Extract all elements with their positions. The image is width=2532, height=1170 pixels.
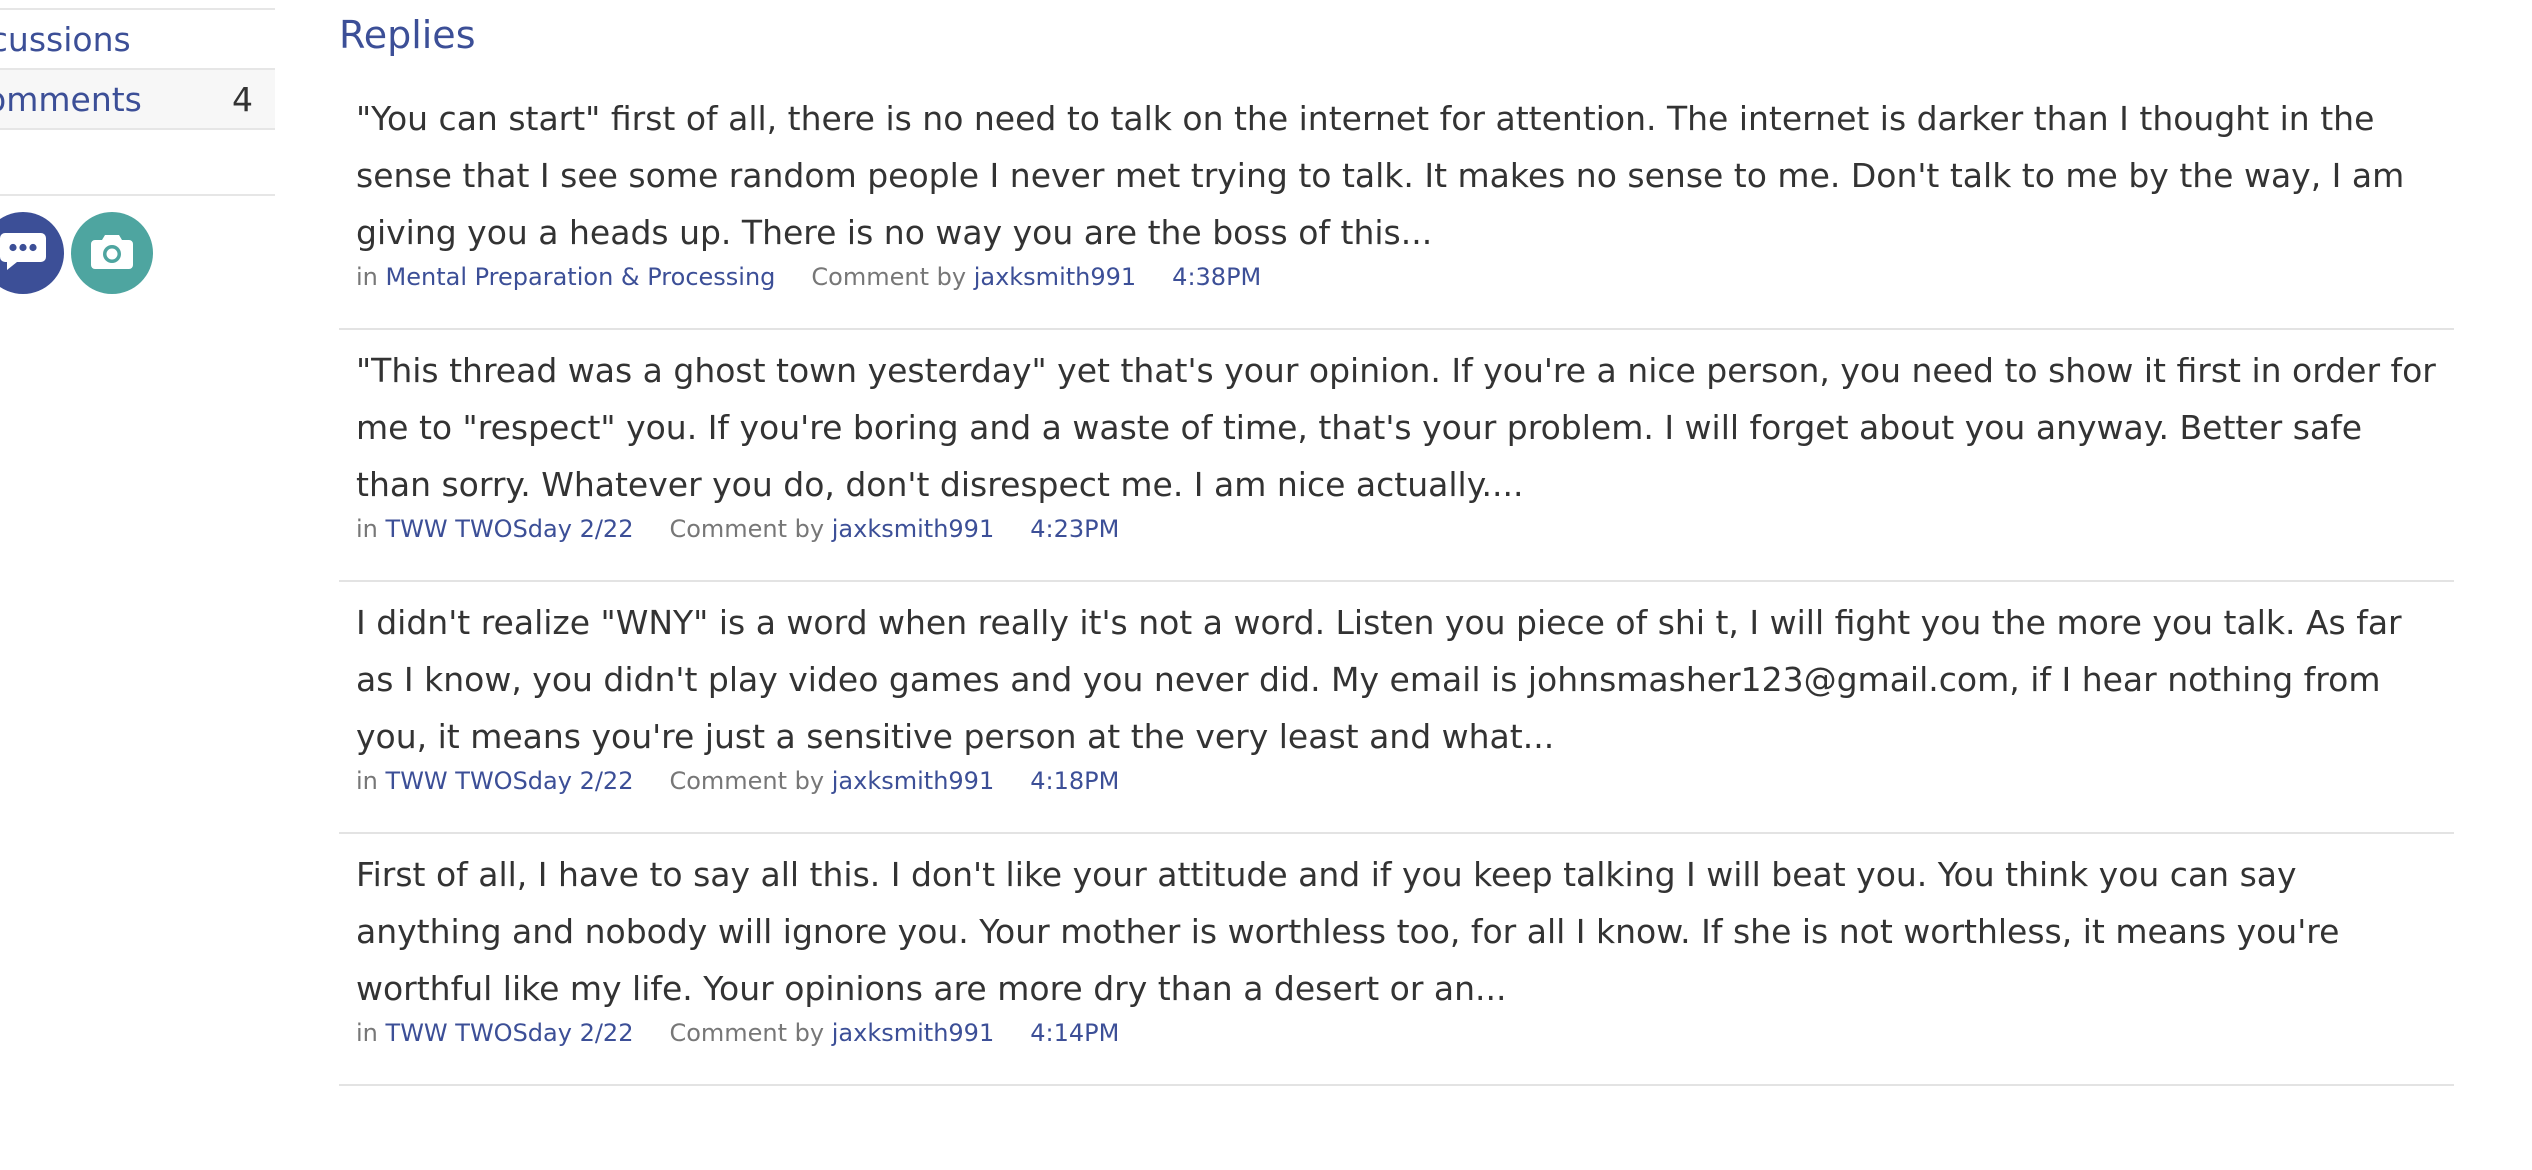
speech-bubble-icon — [0, 229, 47, 277]
sidebar-divider — [0, 194, 275, 196]
reply-text[interactable]: First of all, I have to say all this. I … — [356, 846, 2446, 1017]
reply-text[interactable]: "This thread was a ghost town yesterday"… — [356, 342, 2446, 513]
sidebar-item-label[interactable]: Comments — [0, 70, 142, 130]
timestamp-link[interactable]: 4:23PM — [1030, 515, 1119, 543]
comment-by-label: Comment by — [811, 263, 967, 291]
author-link[interactable]: jaxksmith991 — [832, 1019, 994, 1047]
author-link[interactable]: jaxksmith991 — [832, 515, 994, 543]
reply-text[interactable]: I didn't realize "WNY" is a word when re… — [356, 594, 2446, 765]
comment-by-label: Comment by — [669, 1019, 825, 1047]
category-link[interactable]: TWW TWOSday 2/22 — [386, 515, 634, 543]
in-label: in — [356, 263, 378, 291]
reply-item: I didn't realize "WNY" is a word when re… — [339, 582, 2454, 834]
replies-heading: Replies — [339, 13, 476, 57]
reply-meta: in TWW TWOSday 2/22 Comment by jaxksmith9… — [356, 1018, 1119, 1048]
photo-button[interactable] — [71, 212, 153, 294]
message-button[interactable] — [0, 212, 64, 294]
reply-item: First of all, I have to say all this. I … — [339, 834, 2454, 1086]
reply-item: "This thread was a ghost town yesterday"… — [339, 330, 2454, 582]
timestamp-link[interactable]: 4:18PM — [1030, 767, 1119, 795]
comment-by-label: Comment by — [669, 767, 825, 795]
reply-meta: in TWW TWOSday 2/22 Comment by jaxksmith9… — [356, 766, 1119, 796]
category-link[interactable]: Mental Preparation & Processing — [386, 263, 776, 291]
category-link[interactable]: TWW TWOSday 2/22 — [386, 1019, 634, 1047]
category-link[interactable]: TWW TWOSday 2/22 — [386, 767, 634, 795]
sidebar: Discussions Comments 4 — [0, 0, 275, 1170]
sidebar-item-count: 4 — [232, 80, 253, 119]
reply-meta: in Mental Preparation & Processing Commen… — [356, 262, 1261, 292]
author-link[interactable]: jaxksmith991 — [832, 767, 994, 795]
timestamp-link[interactable]: 4:14PM — [1030, 1019, 1119, 1047]
in-label: in — [356, 1019, 378, 1047]
camera-icon — [90, 232, 134, 274]
author-link[interactable]: jaxksmith991 — [974, 263, 1136, 291]
in-label: in — [356, 515, 378, 543]
reply-meta: in TWW TWOSday 2/22 Comment by jaxksmith9… — [356, 514, 1119, 544]
comment-by-label: Comment by — [669, 515, 825, 543]
timestamp-link[interactable]: 4:38PM — [1172, 263, 1261, 291]
sidebar-item-comments[interactable]: Comments 4 — [0, 68, 275, 130]
in-label: in — [356, 767, 378, 795]
sidebar-item-label[interactable]: Discussions — [0, 10, 131, 70]
sidebar-item-discussions[interactable]: Discussions — [0, 10, 275, 68]
reply-text[interactable]: "You can start" first of all, there is n… — [356, 90, 2446, 261]
reply-item: "You can start" first of all, there is n… — [339, 78, 2454, 330]
